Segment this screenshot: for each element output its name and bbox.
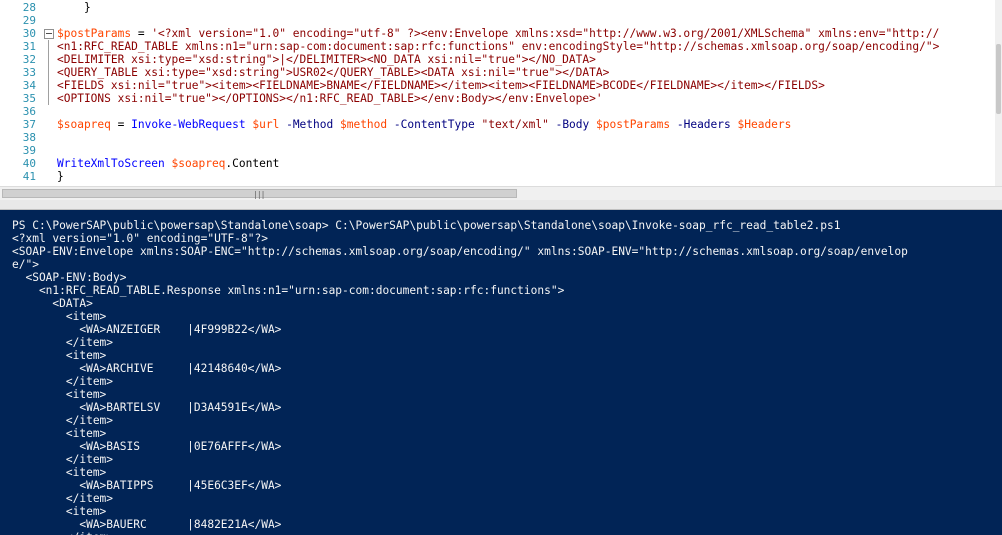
- code-token: -Body: [555, 118, 590, 131]
- line-number-gutter: 28 29 30 31 32 33 34 35 36 37 38 39 40 41: [0, 0, 40, 186]
- collapse-region-icon[interactable]: ⊟: [44, 29, 54, 39]
- code-token: $postParams: [57, 27, 132, 40]
- console-output-line: </item>: [12, 492, 114, 505]
- code-token: -ContentType: [393, 118, 475, 131]
- code-line[interactable]: $postParams = '<?xml version="1.0" encod…: [57, 27, 939, 40]
- code-token: $method: [339, 118, 388, 131]
- line-number: 34: [22, 79, 36, 92]
- console-output-line: <n1:RFC_READ_TABLE.Response xmlns:n1="ur…: [12, 284, 565, 297]
- code-line[interactable]: WriteXmlToScreen $soapreq.Content: [57, 157, 279, 170]
- console-output-line: <WA>ANZEIGER |4F999B22</WA>: [12, 323, 282, 336]
- scroll-grip-icon: |||: [253, 190, 265, 199]
- line-number: 36: [22, 105, 36, 118]
- console-output-line: e/">: [12, 258, 39, 271]
- code-token: =: [131, 27, 152, 40]
- code-token: WriteXmlToScreen: [57, 157, 165, 170]
- code-token: }: [57, 1, 91, 14]
- fold-guide-line: [48, 40, 49, 105]
- code-line[interactable]: }: [57, 170, 64, 183]
- console-output-line: <item>: [12, 427, 107, 440]
- editor-horizontal-scroll-thumb[interactable]: |||: [2, 189, 517, 199]
- code-line[interactable]: <OPTIONS xsi:nil="true"></OPTIONS></n1:R…: [57, 92, 603, 105]
- console-output-line: </item>: [12, 414, 114, 427]
- code-token: <OPTIONS xsi:nil="true"></OPTIONS></n1:R…: [57, 92, 603, 105]
- line-number: 41: [22, 170, 36, 183]
- line-number: 39: [22, 144, 36, 157]
- code-line[interactable]: }: [57, 1, 91, 14]
- editor-vertical-scroll-thumb[interactable]: [996, 44, 1001, 114]
- console-output-line: <SOAP-ENV:Body>: [12, 271, 127, 284]
- line-number: 28: [22, 1, 36, 14]
- editor-horizontal-scrollbar[interactable]: |||: [0, 186, 1002, 200]
- code-token: =: [110, 118, 132, 131]
- code-token: "text/xml": [481, 118, 549, 131]
- line-number: 30: [22, 27, 36, 40]
- code-token: -Headers: [676, 118, 731, 131]
- line-number: 31: [22, 40, 36, 53]
- console-output-line: <?xml version="1.0" encoding="UTF-8"?>: [12, 232, 268, 245]
- console-output-line: </item>: [12, 453, 114, 466]
- script-editor-pane[interactable]: 28 29 30 31 32 33 34 35 36 37 38 39 40 41 } $postParam…: [0, 0, 1002, 200]
- code-line[interactable]: <QUERY_TABLE xsi:type="xsd:string">USR02…: [57, 66, 609, 79]
- code-token: $Headers: [737, 118, 792, 131]
- code-area[interactable]: } $postParams = '<?xml version="1.0" enco…: [57, 0, 995, 186]
- code-line[interactable]: $soapreq = Invoke-WebRequest $url -Metho…: [57, 118, 791, 131]
- console-output-line: <item>: [12, 505, 107, 518]
- code-token: $postParams: [596, 118, 671, 131]
- console-output-line: </item>: [12, 531, 113, 535]
- line-number: 35: [22, 92, 36, 105]
- code-token: <n1:RFC_READ_TABLE xmlns:n1="urn:sap-com…: [57, 40, 940, 53]
- console-output-line: <WA>ARCHIVE |42148640</WA>: [12, 362, 282, 375]
- console-output-line: <DATA>: [12, 297, 93, 310]
- code-token: Invoke-WebRequest: [131, 118, 246, 131]
- console-output-line: PS C:\PowerSAP\public\powersap\Standalon…: [12, 219, 841, 232]
- code-token: }: [57, 170, 64, 183]
- code-token: '<?xml version="1.0" encoding="utf-8" ?>…: [151, 27, 940, 40]
- console-output-line: <WA>BASIS |0E76AFFF</WA>: [12, 440, 282, 453]
- console-output-pane[interactable]: PS C:\PowerSAP\public\powersap\Standalon…: [0, 210, 1002, 535]
- console-output-line: <item>: [12, 310, 107, 323]
- console-output-line: </item>: [12, 336, 114, 349]
- console-output-line: <WA>BATIPPS |45E6C3EF</WA>: [12, 479, 282, 492]
- line-number: 38: [22, 131, 36, 144]
- console-output-line: <WA>BAUERC |8482E21A</WA>: [12, 518, 282, 531]
- console-output-line: <item>: [12, 349, 107, 362]
- code-token: <QUERY_TABLE xsi:type="xsd:string">USR02…: [57, 66, 610, 79]
- minus-icon: [46, 33, 52, 34]
- code-token: $url: [252, 118, 280, 131]
- console-output-line: </item>: [12, 375, 114, 388]
- line-number: 37: [22, 118, 36, 131]
- code-token: <DELIMITER xsi:type="xsd:string">|</DELI…: [57, 53, 596, 66]
- line-number: 29: [22, 14, 36, 27]
- code-token: <FIELDS xsi:nil="true"><item><FIELDNAME>…: [57, 79, 825, 92]
- code-line[interactable]: <FIELDS xsi:nil="true"><item><FIELDNAME>…: [57, 79, 825, 92]
- code-token: .Content: [225, 157, 280, 170]
- code-token: -Method: [286, 118, 334, 131]
- line-number: 33: [22, 66, 36, 79]
- pane-splitter[interactable]: [0, 200, 1002, 210]
- console-output-line: <SOAP-ENV:Envelope xmlns:SOAP-ENC="http:…: [12, 245, 908, 258]
- console-output-line: <WA>BARTELSV |D3A4591E</WA>: [12, 401, 282, 414]
- line-number: 32: [22, 53, 36, 66]
- code-line[interactable]: <DELIMITER xsi:type="xsd:string">|</DELI…: [57, 53, 596, 66]
- console-output-line: <item>: [12, 388, 107, 401]
- console-output-line: <item>: [12, 466, 107, 479]
- code-line[interactable]: <n1:RFC_READ_TABLE xmlns:n1="urn:sap-com…: [57, 40, 939, 53]
- code-token: $soapreq: [57, 118, 111, 131]
- line-number: 40: [22, 157, 36, 170]
- code-token: $soapreq: [171, 157, 226, 170]
